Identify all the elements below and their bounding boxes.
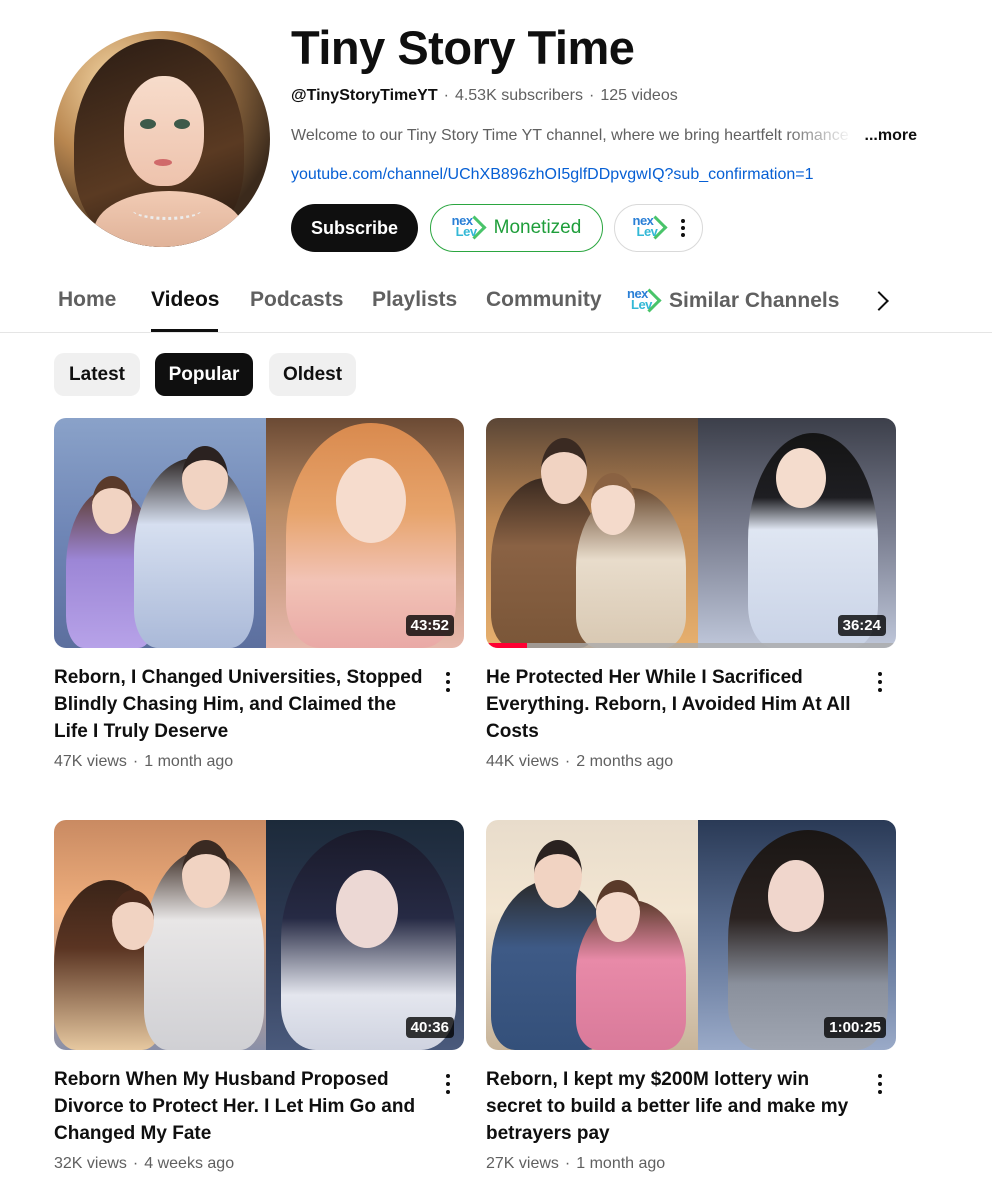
nexlev-logo-icon: nex Lev bbox=[627, 287, 662, 314]
video-meta: 47K views · 1 month ago bbox=[54, 753, 233, 771]
video-card[interactable]: 43:52 Reborn, I Changed Universities, St… bbox=[54, 418, 464, 770]
tab-podcasts[interactable]: Podcasts bbox=[250, 288, 343, 312]
thumbnail-left-panel bbox=[486, 820, 698, 1050]
similar-channels-label: Similar Channels bbox=[669, 289, 840, 312]
thumbnail-right-panel bbox=[698, 418, 896, 648]
thumbnail-left-panel bbox=[486, 418, 698, 648]
video-age: 2 months ago bbox=[576, 753, 674, 770]
video-title[interactable]: He Protected Her While I Sacrificed Ever… bbox=[486, 664, 866, 745]
video-count: 125 videos bbox=[600, 87, 678, 104]
video-age: 1 month ago bbox=[144, 753, 234, 770]
nexlev-logo-icon: nex Lev bbox=[452, 214, 487, 241]
video-meta: 27K views · 1 month ago bbox=[486, 1155, 665, 1173]
video-views: 44K views bbox=[486, 753, 559, 770]
video-thumbnail[interactable]: 40:36 bbox=[54, 820, 464, 1050]
tab-home[interactable]: Home bbox=[58, 288, 116, 312]
tabs-scroll-right-icon[interactable] bbox=[869, 291, 889, 311]
video-thumbnail[interactable]: 1:00:25 bbox=[486, 820, 896, 1050]
video-duration: 36:24 bbox=[837, 615, 886, 636]
meta-separator: · bbox=[132, 753, 139, 770]
avatar-eye-right bbox=[174, 119, 190, 129]
thumbnail-left-panel bbox=[54, 820, 266, 1050]
subscribe-button[interactable]: Subscribe bbox=[291, 204, 418, 252]
video-title[interactable]: Reborn, I kept my $200M lottery win secr… bbox=[486, 1066, 866, 1147]
meta-separator: · bbox=[132, 1155, 139, 1172]
thumbnail-left-panel bbox=[54, 418, 266, 648]
channel-avatar[interactable] bbox=[54, 31, 270, 247]
more-link[interactable]: ...more bbox=[862, 127, 917, 145]
tab-community[interactable]: Community bbox=[486, 288, 602, 312]
tab-similar-channels[interactable]: nex Lev Similar Channels bbox=[627, 287, 840, 314]
tab-videos[interactable]: Videos bbox=[151, 288, 219, 312]
video-duration: 1:00:25 bbox=[824, 1017, 886, 1038]
video-menu-icon[interactable] bbox=[878, 1074, 882, 1094]
video-menu-icon[interactable] bbox=[446, 672, 450, 692]
video-meta: 32K views · 4 weeks ago bbox=[54, 1155, 234, 1173]
channel-description[interactable]: Welcome to our Tiny Story Time YT channe… bbox=[291, 127, 921, 145]
meta-separator: · bbox=[589, 87, 595, 104]
watch-progress-fill bbox=[486, 643, 527, 648]
video-age: 4 weeks ago bbox=[144, 1155, 235, 1172]
chip-popular[interactable]: Popular bbox=[155, 353, 253, 396]
video-title[interactable]: Reborn, I Changed Universities, Stopped … bbox=[54, 664, 434, 745]
video-duration: 43:52 bbox=[405, 615, 454, 636]
video-thumbnail[interactable]: 43:52 bbox=[54, 418, 464, 648]
video-duration: 40:36 bbox=[405, 1017, 454, 1038]
active-tab-underline bbox=[151, 329, 218, 332]
description-fade bbox=[785, 127, 865, 145]
video-card[interactable]: 40:36 Reborn When My Husband Proposed Di… bbox=[54, 820, 464, 1172]
nexlev-logo-icon: nex Lev bbox=[633, 214, 668, 241]
video-title[interactable]: Reborn When My Husband Proposed Divorce … bbox=[54, 1066, 434, 1147]
tab-playlists[interactable]: Playlists bbox=[372, 288, 457, 312]
monetized-label: Monetized bbox=[493, 217, 582, 238]
avatar-face bbox=[124, 76, 204, 186]
meta-separator: · bbox=[564, 1155, 571, 1172]
thumbnail-right-panel bbox=[266, 418, 464, 648]
subscriber-count: 4.53K subscribers bbox=[454, 87, 583, 104]
channel-handle: @TinyStoryTimeYT bbox=[291, 87, 438, 104]
video-views: 47K views bbox=[54, 753, 127, 770]
avatar-necklace bbox=[132, 199, 202, 220]
video-menu-icon[interactable] bbox=[878, 672, 882, 692]
channel-meta: @TinyStoryTimeYT · 4.53K subscribers · 125 v… bbox=[291, 87, 678, 105]
video-views: 27K views bbox=[486, 1155, 559, 1172]
video-card[interactable]: 1:00:25 Reborn, I kept my $200M lottery … bbox=[486, 820, 896, 1172]
meta-separator: · bbox=[564, 753, 571, 770]
chip-oldest[interactable]: Oldest bbox=[269, 353, 356, 396]
more-vert-icon bbox=[680, 219, 685, 237]
thumbnail-right-panel bbox=[698, 820, 896, 1050]
meta-separator: · bbox=[443, 87, 449, 104]
nexlev-options-button[interactable]: nex Lev bbox=[614, 204, 703, 252]
avatar-eye-left bbox=[140, 119, 156, 129]
video-views: 32K views bbox=[54, 1155, 127, 1172]
video-thumbnail[interactable]: 36:24 bbox=[486, 418, 896, 648]
avatar-lips bbox=[154, 159, 172, 166]
thumbnail-right-panel bbox=[266, 820, 464, 1050]
watch-progress-bar bbox=[486, 643, 896, 648]
video-card[interactable]: 36:24 He Protected Her While I Sacrifice… bbox=[486, 418, 896, 770]
monetized-button[interactable]: nex Lev Monetized bbox=[430, 204, 603, 252]
channel-link[interactable]: youtube.com/channel/UChXB896zhOI5glfDDpv… bbox=[291, 166, 814, 184]
channel-title: Tiny Story Time bbox=[291, 21, 635, 74]
video-age: 1 month ago bbox=[576, 1155, 666, 1172]
video-meta: 44K views · 2 months ago bbox=[486, 753, 673, 771]
channel-tabs: Home Videos Podcasts Playlists Community… bbox=[0, 284, 992, 333]
chip-latest[interactable]: Latest bbox=[54, 353, 140, 396]
video-menu-icon[interactable] bbox=[446, 1074, 450, 1094]
